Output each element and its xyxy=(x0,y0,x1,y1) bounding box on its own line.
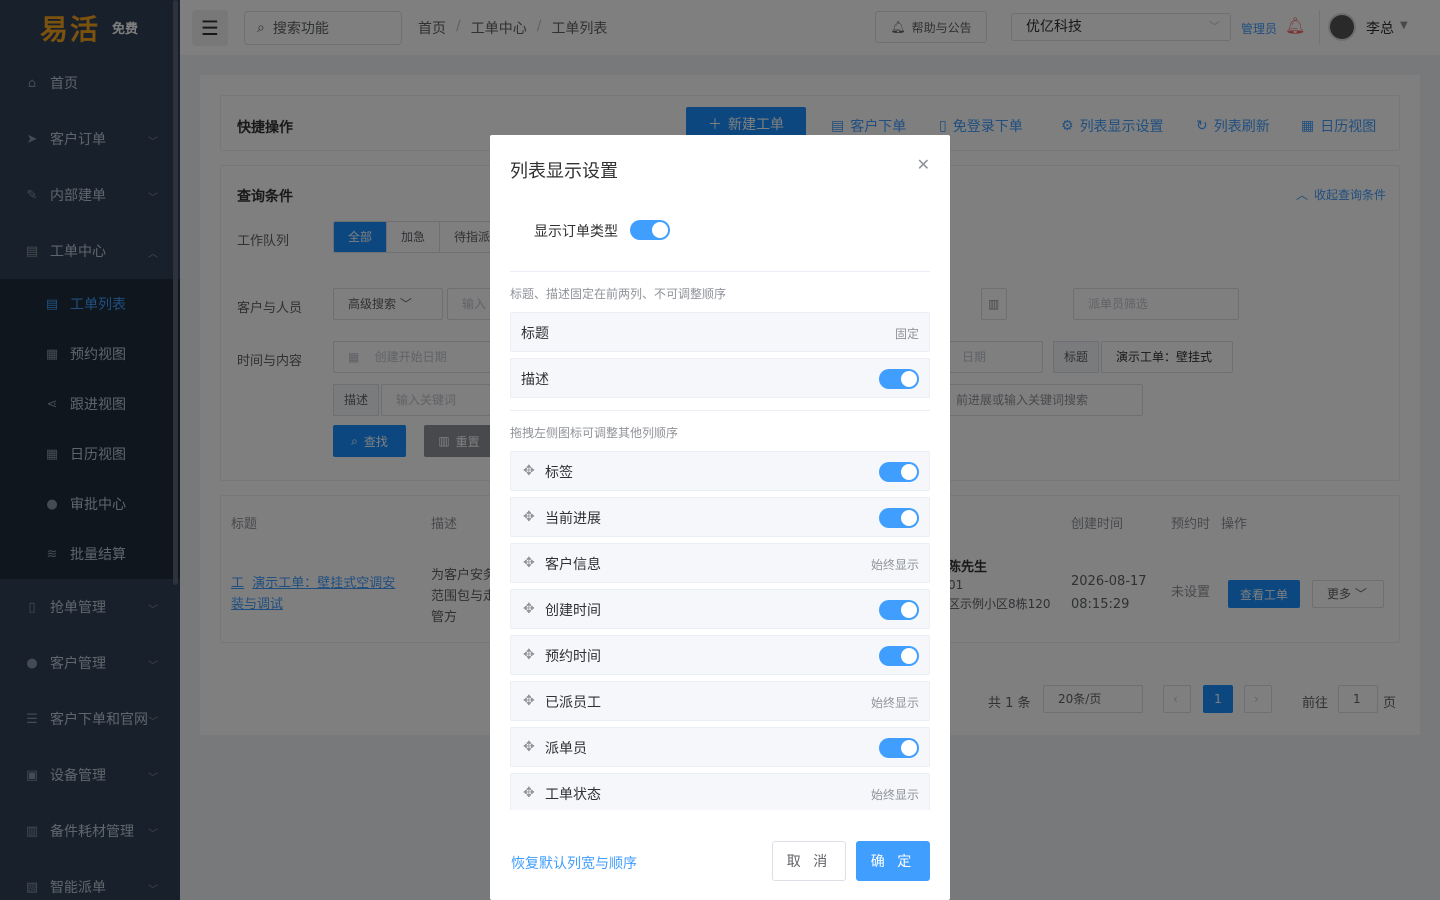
show-type-switch[interactable] xyxy=(630,220,670,240)
drag-handle-icon[interactable]: ✥ xyxy=(523,463,535,479)
column-row-tag: ✥ 标签 xyxy=(510,451,930,491)
column-label: 派单员 xyxy=(545,741,587,757)
column-note: 固定 xyxy=(894,327,919,341)
column-label: 创建时间 xyxy=(545,603,601,619)
column-label: 客户信息 xyxy=(545,557,601,573)
drag-handle-icon[interactable]: ✥ xyxy=(523,785,535,801)
fixed-hint: 标题、描述固定在前两列、不可调整顺序 xyxy=(510,287,727,301)
column-row-assigned: ✥ 已派员工 始终显示 xyxy=(510,681,930,721)
column-toggle-switch[interactable] xyxy=(879,462,919,482)
column-row-appointment: ✥ 预约时间 xyxy=(510,635,930,675)
drag-handle-icon[interactable]: ✥ xyxy=(523,555,535,571)
drag-handle-icon[interactable]: ✥ xyxy=(523,601,535,617)
always-show-note: 始终显示 xyxy=(870,696,919,710)
show-type-label: 显示订单类型 xyxy=(534,224,618,240)
column-row-created: ✥ 创建时间 xyxy=(510,589,930,629)
column-row-title: 标题 固定 xyxy=(510,312,930,352)
list-display-settings-dialog: 列表显示设置 ✕ 显示订单类型 标题、描述固定在前两列、不可调整顺序 标题 固定… xyxy=(490,135,950,900)
column-label: 工单状态 xyxy=(545,787,601,803)
column-row-dispatcher: ✥ 派单员 xyxy=(510,727,930,767)
drag-handle-icon[interactable]: ✥ xyxy=(523,647,535,663)
column-toggle-switch[interactable] xyxy=(879,600,919,620)
drag-handle-icon[interactable]: ✥ xyxy=(523,739,535,755)
column-label: 预约时间 xyxy=(545,649,601,665)
reset-default-link[interactable]: 恢复默认列宽与顺序 xyxy=(511,853,637,873)
column-label: 描述 xyxy=(521,372,549,388)
cancel-button[interactable]: 取 消 xyxy=(772,841,846,881)
drag-handle-icon[interactable]: ✥ xyxy=(523,693,535,709)
column-toggle-switch[interactable] xyxy=(879,646,919,666)
column-toggle-switch[interactable] xyxy=(879,508,919,528)
column-toggle-switch[interactable] xyxy=(879,738,919,758)
always-show-note: 始终显示 xyxy=(870,788,919,802)
column-row-desc: 描述 xyxy=(510,358,930,398)
column-row-customer: ✥ 客户信息 始终显示 xyxy=(510,543,930,583)
always-show-note: 始终显示 xyxy=(870,558,919,572)
divider xyxy=(510,410,930,411)
divider xyxy=(510,271,930,272)
confirm-button[interactable]: 确 定 xyxy=(856,841,930,881)
column-row-progress: ✥ 当前进展 xyxy=(510,497,930,537)
drag-hint: 拖拽左侧图标可调整其他列顺序 xyxy=(510,426,679,440)
column-row-status: ✥ 工单状态 始终显示 xyxy=(510,773,930,810)
column-label: 已派员工 xyxy=(545,695,601,711)
drag-handle-icon[interactable]: ✥ xyxy=(523,509,535,525)
column-toggle-switch[interactable] xyxy=(879,369,919,389)
dialog-title: 列表显示设置 xyxy=(510,161,618,182)
column-list-scroll[interactable]: ✥ 标签 ✥ 当前进展 ✥ 客户信息 始终显示 ✥ 创建时间 ✥ 预约时间 ✥ … xyxy=(490,445,950,810)
close-icon[interactable]: ✕ xyxy=(917,155,930,174)
column-label: 标题 xyxy=(521,326,549,342)
column-label: 当前进展 xyxy=(545,511,601,527)
column-label: 标签 xyxy=(545,465,573,481)
